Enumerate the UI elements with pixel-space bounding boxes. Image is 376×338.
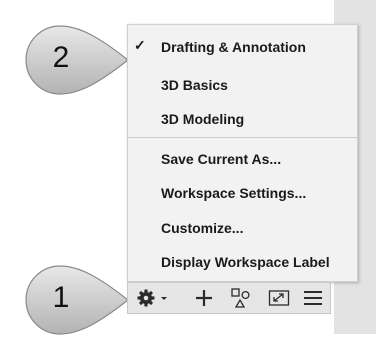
add-button[interactable] bbox=[186, 283, 222, 313]
hamburger-menu-icon bbox=[304, 291, 322, 305]
menu-item-label: Drafting & Annotation bbox=[161, 39, 306, 55]
menu-item-save-current-as[interactable]: Save Current As... bbox=[128, 144, 357, 174]
status-bar-toolbar bbox=[127, 282, 331, 314]
menu-item-3d-modeling[interactable]: 3D Modeling bbox=[128, 104, 357, 134]
fullscreen-icon bbox=[268, 290, 290, 306]
menu-item-label: Display Workspace Label bbox=[161, 254, 330, 270]
menu-item-label: 3D Modeling bbox=[161, 111, 245, 127]
callout-2-number: 2 bbox=[52, 41, 70, 74]
shapes-button[interactable] bbox=[224, 283, 258, 313]
workspace-switch-button[interactable] bbox=[132, 283, 172, 313]
customization-menu-button[interactable] bbox=[298, 283, 328, 313]
menu-item-3d-basics[interactable]: 3D Basics bbox=[128, 70, 357, 100]
gear-icon bbox=[137, 289, 154, 307]
menu-item-display-workspace-label[interactable]: Display Workspace Label bbox=[128, 247, 357, 277]
workspace-menu: ✓ Drafting & Annotation 3D Basics 3D Mod… bbox=[127, 24, 358, 282]
menu-item-customize[interactable]: Customize... bbox=[128, 213, 357, 243]
menu-item-label: 3D Basics bbox=[161, 77, 228, 93]
menu-separator bbox=[128, 137, 357, 138]
callout-2: 2 bbox=[22, 22, 132, 98]
chevron-down-icon bbox=[160, 297, 167, 300]
plus-icon bbox=[196, 290, 212, 306]
menu-item-label: Workspace Settings... bbox=[161, 185, 307, 201]
checkmark-icon: ✓ bbox=[134, 37, 146, 53]
fullscreen-button[interactable] bbox=[262, 283, 296, 313]
callout-1-number: 1 bbox=[52, 281, 70, 314]
menu-item-workspace-settings[interactable]: Workspace Settings... bbox=[128, 178, 357, 208]
shapes-icon bbox=[231, 288, 250, 308]
menu-item-label: Save Current As... bbox=[161, 151, 282, 167]
callout-1: 1 bbox=[22, 262, 132, 338]
menu-item-label: Customize... bbox=[161, 220, 244, 236]
menu-item-drafting-annotation[interactable]: ✓ Drafting & Annotation bbox=[128, 32, 357, 62]
